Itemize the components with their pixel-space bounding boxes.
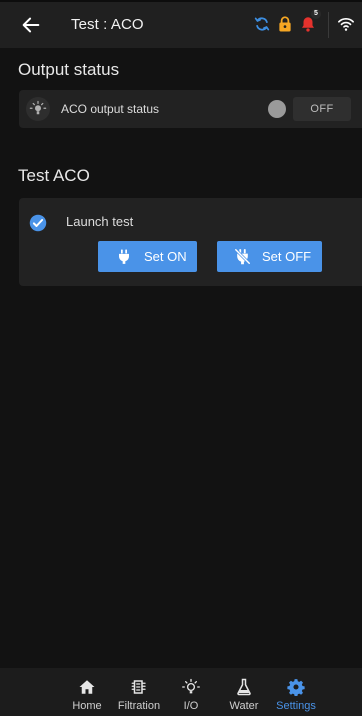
plug-off-icon	[234, 248, 251, 265]
sync-icon[interactable]	[253, 15, 271, 33]
page-title: Test : ACO	[71, 16, 144, 33]
nav-item-home[interactable]: Home	[67, 674, 107, 714]
toolbar-divider	[328, 12, 329, 38]
bulb-icon-container	[26, 97, 50, 121]
back-arrow-icon[interactable]	[20, 14, 42, 36]
home-icon	[79, 680, 95, 694]
status-indicator-dot	[268, 100, 286, 118]
set-on-label: Set ON	[144, 249, 187, 264]
flask-icon	[237, 678, 251, 696]
top-app-bar: Test : ACO 5	[0, 0, 362, 48]
nav-label-home: Home	[72, 700, 102, 712]
nav-item-io[interactable]: I/O	[174, 674, 208, 714]
gear-icon	[287, 679, 305, 696]
nav-label-water: Water	[229, 700, 259, 712]
launch-test-label: Launch test	[66, 214, 134, 229]
status-badge: OFF	[293, 97, 351, 121]
bulb-icon	[29, 100, 47, 115]
aco-output-status-label: ACO output status	[61, 102, 160, 116]
nav-label-settings: Settings	[276, 700, 316, 712]
launch-test-checkbox[interactable]	[29, 214, 47, 232]
nav-item-filtration[interactable]: Filtration	[113, 674, 165, 714]
notification-badge: 5	[311, 9, 321, 19]
test-aco-card: Launch test Set ON Set OFF	[19, 198, 362, 286]
bulb-icon	[182, 678, 200, 694]
plug-icon	[119, 249, 129, 264]
set-on-button[interactable]: Set ON	[98, 241, 197, 272]
nav-item-settings[interactable]: Settings	[270, 674, 322, 714]
test-aco-heading: Test ACO	[18, 166, 90, 185]
nav-item-water[interactable]: Water	[224, 674, 264, 714]
lock-icon[interactable]	[276, 15, 294, 33]
wifi-icon[interactable]	[337, 15, 355, 33]
filtration-icon	[131, 680, 146, 694]
bottom-navigation: Home Filtration I/O Water Settings	[0, 668, 362, 716]
output-status-card: ACO output status OFF	[19, 90, 362, 128]
nav-label-io: I/O	[183, 700, 199, 712]
set-off-button[interactable]: Set OFF	[217, 241, 322, 272]
set-off-label: Set OFF	[262, 249, 312, 264]
output-status-heading: Output status	[18, 60, 120, 79]
nav-label-filtration: Filtration	[117, 700, 161, 712]
app-screen: Test : ACO 5 Output status ACO output st…	[0, 0, 362, 716]
